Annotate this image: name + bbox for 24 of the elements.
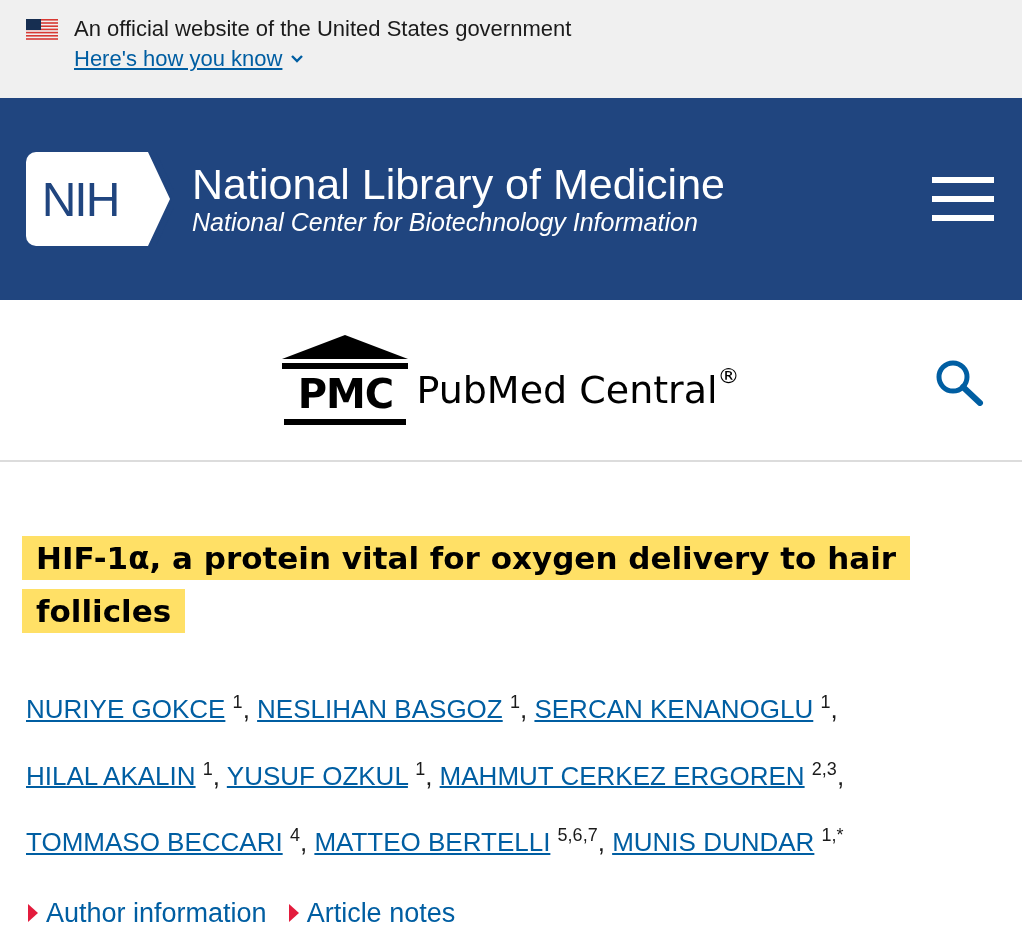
pubmed-central-title: PubMed Central$^{®}$	[416, 365, 740, 414]
author-link[interactable]: MAHMUT CERKEZ ERGOREN	[439, 760, 805, 791]
site-title: National Library of Medicine	[192, 160, 726, 209]
author-link[interactable]: YUSUF OZKUL	[226, 760, 408, 791]
author-link[interactable]: SERCAN KENANOGLU	[534, 693, 814, 724]
search-icon[interactable]	[934, 358, 984, 406]
official-website-text: An official website of the United States government	[74, 16, 572, 42]
author-link[interactable]: HILAL AKALIN	[26, 760, 196, 791]
chevron-down-icon	[290, 54, 305, 64]
section-toggle[interactable]: Article notes	[288, 897, 456, 929]
author-link[interactable]: MATTEO BERTELLI	[314, 826, 551, 857]
author-link[interactable]: NESLIHAN BASGOZ	[257, 693, 503, 724]
how-you-know-link[interactable]: Here's how you know	[74, 46, 305, 72]
author-link[interactable]: NURIYE GOKCE	[26, 693, 226, 724]
triangle-right-icon	[288, 904, 299, 923]
author-link[interactable]: MUNIS DUNDAR	[612, 826, 815, 857]
menu-icon[interactable]	[932, 177, 994, 221]
author-list: NURIYE GOKCE $^{1}$, NESLIHAN BASGOZ $^{1}$, SERCAN KENANOGLU $^{1}$, HILAL AKALIN $^{1}$, YUSUF OZKUL $^{1}$, MAHMUT CERKEZ ERGOREN $^{2,3}$, TOMMASO BECCARI $^{4}$, MATTEO BERTELLI $^{5,6,7}$, MUNIS DUNDAR $^{1,*}$	[26, 672, 986, 872]
triangle-right-icon	[28, 904, 38, 923]
site-subtitle: National Center for Biotechnology Information	[192, 208, 699, 238]
author-link[interactable]: TOMMASO BECCARI	[26, 826, 283, 857]
section-toggle[interactable]: Author information	[28, 897, 267, 929]
pmc-logo[interactable]: PMC	[282, 335, 409, 425]
flag-icon	[26, 19, 58, 41]
